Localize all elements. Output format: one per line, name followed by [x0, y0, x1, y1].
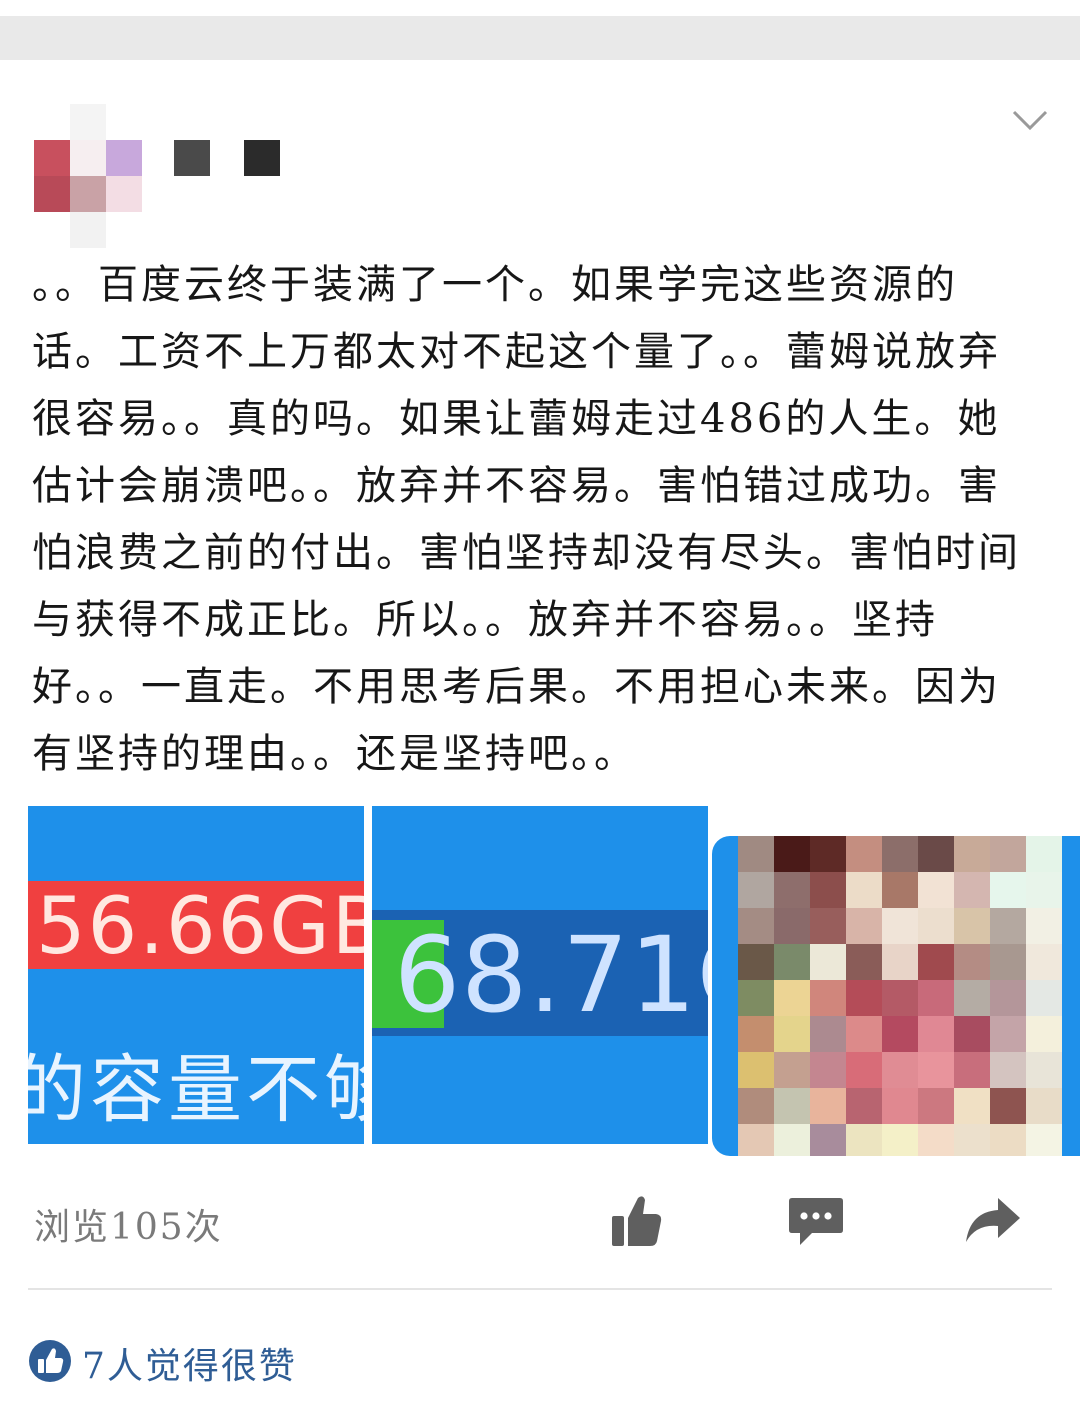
- post-body-text: 。。百度云终于装满了一个。如果学完这些资源的话。工资不上万都太对不起这个量了。。…: [32, 262, 1021, 777]
- view-count: 浏览105次: [34, 1207, 223, 1248]
- post-image-grid: 56.66GB 的容量不够 68.71G: [28, 806, 1080, 1156]
- likes-summary-text: 7人觉得很赞: [82, 1346, 297, 1387]
- top-separator: [0, 0, 1080, 60]
- post-image-1[interactable]: 56.66GB 的容量不够: [28, 806, 364, 1144]
- chevron-down-icon[interactable]: [1010, 102, 1050, 138]
- capacity-caption: 的容量不够: [28, 1047, 364, 1133]
- post-image-3-pixelated[interactable]: [712, 836, 1080, 1156]
- thumbs-up-icon[interactable]: [606, 1190, 666, 1250]
- pixelated-photo: [738, 836, 1078, 1156]
- thumbs-up-circle-icon: [28, 1339, 72, 1387]
- comment-icon[interactable]: [786, 1190, 846, 1250]
- capacity-value: 56.66GB: [36, 882, 364, 972]
- divider: [28, 1288, 1052, 1290]
- likes-summary[interactable]: 7人觉得很赞: [28, 1338, 297, 1388]
- post-image-2[interactable]: 68.71G: [372, 806, 708, 1144]
- size-value: 68.71G: [394, 914, 708, 1036]
- separator-bar: [0, 16, 1080, 60]
- share-icon[interactable]: [962, 1190, 1022, 1250]
- avatar[interactable]: [34, 104, 142, 248]
